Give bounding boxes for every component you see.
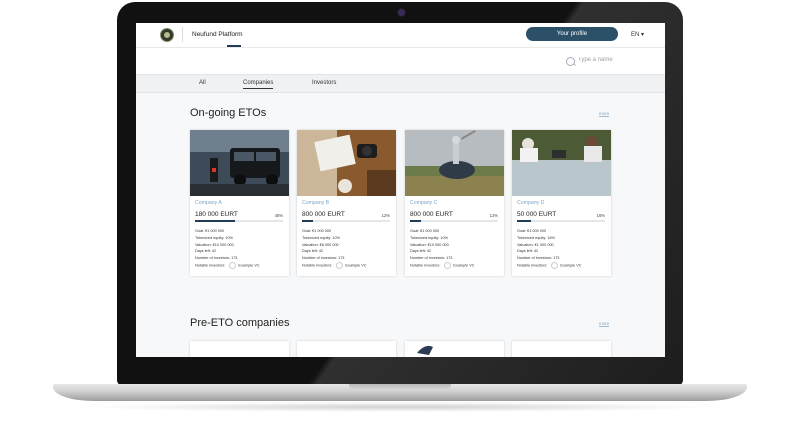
days-left: Days left: 42	[517, 249, 539, 254]
investor-logo-icon	[551, 261, 559, 269]
active-nav-indicator	[227, 45, 241, 47]
days-left: Days left: 42	[302, 249, 324, 254]
notable-investors: Notable investors: Example VC	[517, 261, 582, 269]
company-name: Company C	[410, 200, 438, 206]
progress-fill	[410, 220, 421, 222]
raised-amount: 800 000 EURT	[302, 211, 345, 218]
section-title-preeto: Pre-ETO companies	[190, 317, 290, 329]
tokenized-equity: Tokenized equity: 10%	[410, 235, 448, 240]
valuation: Valuation: €8 000 000	[302, 242, 339, 247]
tokenized-equity: Tokenized equity: 10%	[302, 235, 340, 240]
progress-bar	[410, 220, 498, 222]
progress-bar	[195, 220, 283, 222]
progress-fill	[302, 220, 313, 222]
tokenized-equity: Tokenized equity: 16%	[517, 235, 555, 240]
progress-fill	[195, 220, 235, 222]
profile-button[interactable]: Your profile	[526, 27, 618, 41]
valuation: Valuation: €1 000 000	[517, 242, 554, 247]
goal: Goal: €1 000 000	[302, 229, 332, 233]
eto-card[interactable]: Company A 180 000 EURT 45% Goal: €1 000 …	[190, 130, 289, 276]
search-bar	[136, 48, 665, 74]
search-icon	[566, 57, 575, 66]
investor-count: Number of investors: 173	[302, 256, 345, 261]
pre-eto-card[interactable]	[512, 341, 611, 357]
nav-platform[interactable]: Neufund Platform	[192, 31, 243, 38]
investor-count: Number of investors: 173	[195, 256, 238, 261]
notable-investors: Notable investors: Example VC	[410, 261, 475, 269]
days-left: Days left: 42	[410, 249, 432, 254]
company-name: Company A	[195, 200, 222, 206]
progress-bar	[302, 220, 390, 222]
notable-investors: Notable investors: Example VC	[302, 261, 367, 269]
raised-amount: 800 000 EURT	[410, 211, 453, 218]
valuation: Valuation: €10 000 000	[410, 242, 449, 247]
filter-companies[interactable]: Companies	[243, 80, 274, 89]
tokenized-equity: Tokenized equity: 10%	[195, 235, 233, 240]
investor-logo-icon	[229, 261, 237, 269]
company-name: Company D	[517, 200, 545, 206]
company-logo-icon	[417, 345, 433, 355]
section-title-ongoing: On-going ETOs	[190, 107, 267, 119]
filter-tabs: All Companies Investors	[136, 74, 665, 93]
investor-logo-icon	[336, 261, 344, 269]
pre-eto-card[interactable]	[190, 341, 289, 357]
eto-card[interactable]: Company C 800 000 EURT 12% Goal: €1 000 …	[405, 130, 504, 276]
eto-details: Goal: €1 000 000 Tokenized equity: 10% V…	[410, 228, 475, 269]
top-nav: Neufund Platform Your profile EN ▾	[136, 23, 665, 48]
company-image	[512, 130, 611, 196]
goal: Goal: €1 000 000	[517, 229, 547, 233]
eto-card[interactable]: Company B 800 000 EURT 12% Goal: €1 000 …	[297, 130, 396, 276]
goal: Goal: €1 000 000	[195, 229, 225, 233]
investor-logo-icon	[444, 261, 452, 269]
company-image	[297, 130, 396, 196]
progress-bar	[517, 220, 605, 222]
more-link-preeto[interactable]: more	[599, 321, 610, 327]
eto-details: Goal: €1 000 000 Tokenized equity: 16% V…	[517, 228, 582, 269]
investor-count: Number of investors: 173	[410, 256, 453, 261]
progress-percent: 16%	[596, 213, 605, 218]
goal: Goal: €1 000 000	[410, 229, 440, 233]
laptop-shadow	[80, 402, 720, 412]
language-selector[interactable]: EN ▾	[631, 31, 644, 38]
webcam	[398, 9, 405, 16]
days-left: Days left: 42	[195, 249, 217, 254]
screen: Neufund Platform Your profile EN ▾ All C…	[136, 23, 665, 357]
filter-investors[interactable]: Investors	[312, 80, 336, 86]
company-image	[405, 130, 504, 196]
progress-percent: 45%	[274, 213, 283, 218]
notable-investors: Notable investors: Example VC	[195, 261, 260, 269]
divider	[182, 27, 183, 42]
investor-count: Number of investors: 173	[517, 256, 560, 261]
company-name: Company B	[302, 200, 330, 206]
search-input[interactable]	[578, 57, 648, 63]
more-link-ongoing[interactable]: more	[599, 111, 610, 117]
raised-amount: 50 000 EURT	[517, 211, 557, 218]
laptop-notch	[349, 384, 451, 390]
pre-eto-card[interactable]	[405, 341, 504, 357]
logo-icon[interactable]	[160, 28, 174, 42]
valuation: Valuation: €10 000 000	[195, 242, 234, 247]
progress-fill	[517, 220, 532, 222]
progress-percent: 12%	[381, 213, 390, 218]
raised-amount: 180 000 EURT	[195, 211, 238, 218]
filter-all[interactable]: All	[199, 80, 206, 86]
progress-percent: 12%	[489, 213, 498, 218]
eto-card[interactable]: Company D 50 000 EURT 16% Goal: €1 000 0…	[512, 130, 611, 276]
pre-eto-card[interactable]	[297, 341, 396, 357]
eto-details: Goal: €1 000 000 Tokenized equity: 10% V…	[195, 228, 260, 269]
company-image	[190, 130, 289, 196]
eto-details: Goal: €1 000 000 Tokenized equity: 10% V…	[302, 228, 367, 269]
